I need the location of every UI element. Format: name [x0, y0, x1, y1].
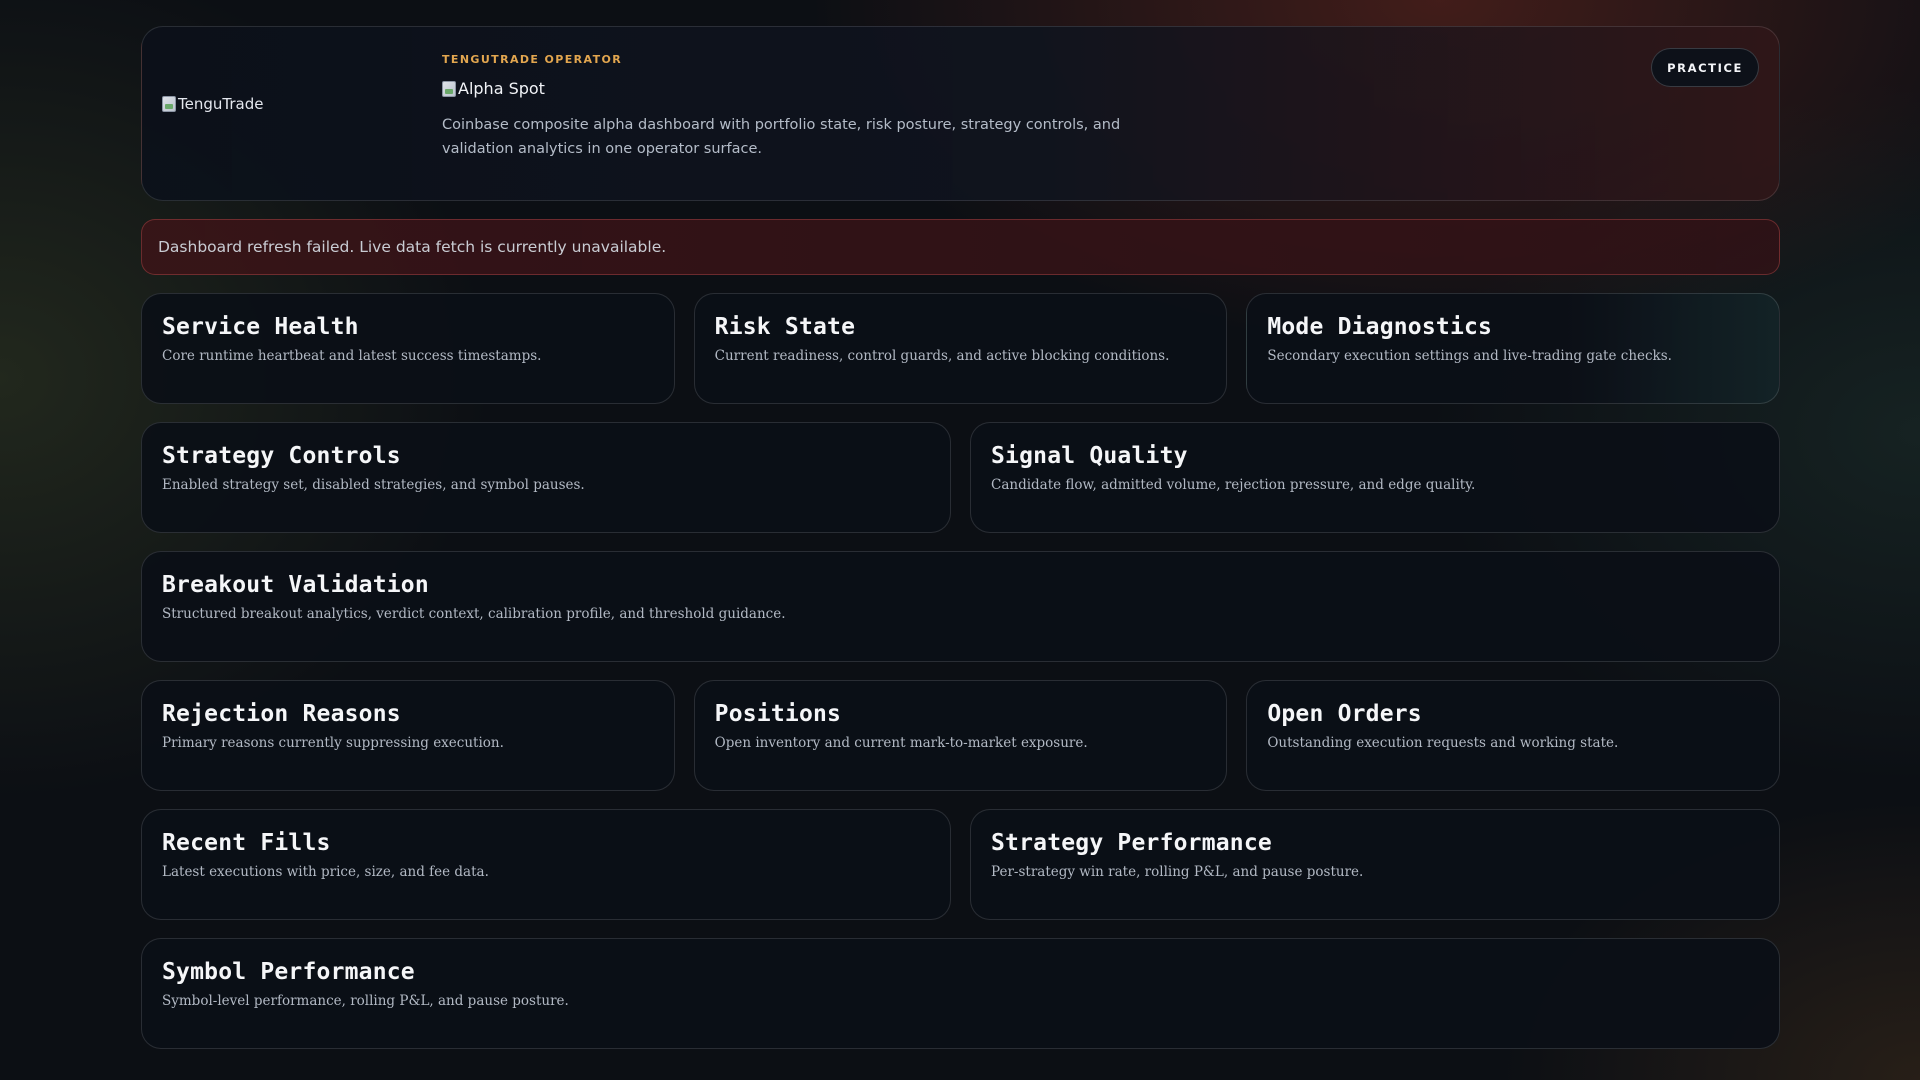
panel-title: Mode Diagnostics: [1267, 314, 1493, 340]
panel-subtitle: Enabled strategy set, disabled strategie…: [162, 477, 585, 493]
panel-signal-quality: Signal Quality Candidate flow, admitted …: [970, 422, 1780, 533]
panel-row: Recent Fills Latest executions with pric…: [141, 809, 1780, 920]
panel-subtitle: Open inventory and current mark-to-marke…: [714, 735, 1088, 751]
panel-recent-fills: Recent Fills Latest executions with pric…: [141, 809, 951, 920]
dashboard: TenguTrade TENGUTRADE OPERATOR Alpha Spo…: [141, 26, 1780, 1049]
panel-subtitle: Current readiness, control guards, and a…: [714, 348, 1170, 364]
panel-title: Strategy Performance: [991, 830, 1272, 856]
panel-strategy-controls: Strategy Controls Enabled strategy set, …: [141, 422, 951, 533]
panel-row: Strategy Controls Enabled strategy set, …: [141, 422, 1780, 533]
panel-subtitle: Secondary execution settings and live-tr…: [1267, 348, 1672, 364]
panel-subtitle: Symbol-level performance, rolling P&L, a…: [162, 993, 569, 1009]
panel-subtitle: Candidate flow, admitted volume, rejecti…: [991, 477, 1476, 493]
logo-alt-text: TenguTrade: [178, 95, 264, 113]
panel-mode-diagnostics: Mode Diagnostics Secondary execution set…: [1246, 293, 1780, 404]
panel-positions: Positions Open inventory and current mar…: [693, 680, 1228, 791]
panel-row: Breakout Validation Structured breakout …: [141, 551, 1780, 662]
panel-row: Rejection Reasons Primary reasons curren…: [141, 680, 1780, 791]
panel-risk-state: Risk State Current readiness, control gu…: [693, 293, 1228, 404]
panel-subtitle: Latest executions with price, size, and …: [162, 864, 489, 880]
panel-subtitle: Primary reasons currently suppressing ex…: [162, 735, 504, 751]
panel-title: Symbol Performance: [162, 959, 415, 985]
broken-image-icon: [162, 96, 176, 112]
panel-service-health: Service Health Core runtime heartbeat an…: [141, 293, 675, 404]
panel-title: Breakout Validation: [162, 572, 429, 598]
panel-title: Service Health: [162, 314, 359, 340]
panel-strategy-performance: Strategy Performance Per-strategy win ra…: [970, 809, 1780, 920]
hero-header: TenguTrade TENGUTRADE OPERATOR Alpha Spo…: [141, 26, 1780, 201]
broken-image-icon: [442, 80, 456, 97]
error-alert: Dashboard refresh failed. Live data fetc…: [141, 219, 1780, 275]
panel-title: Signal Quality: [991, 443, 1188, 469]
panel-title: Open Orders: [1267, 701, 1422, 727]
panel-title: Strategy Controls: [162, 443, 401, 469]
panel-title: Recent Fills: [162, 830, 331, 856]
alert-message: Dashboard refresh failed. Live data fetc…: [158, 238, 667, 256]
panel-title: Risk State: [714, 314, 856, 340]
panel-rejection-reasons: Rejection Reasons Primary reasons curren…: [141, 680, 675, 791]
page-description: Coinbase composite alpha dashboard with …: [442, 117, 1121, 157]
panel-title: Rejection Reasons: [162, 701, 401, 727]
brand-logo: TenguTrade: [162, 95, 263, 113]
panel-breakout-validation: Breakout Validation Structured breakout …: [141, 551, 1780, 662]
panel-subtitle: Outstanding execution requests and worki…: [1267, 735, 1619, 751]
panel-subtitle: Per-strategy win rate, rolling P&L, and …: [991, 864, 1364, 880]
panel-row: Symbol Performance Symbol-level performa…: [141, 938, 1780, 1049]
panel-title: Positions: [714, 701, 842, 727]
page-title: Alpha Spot: [442, 79, 545, 98]
panel-row: Service Health Core runtime heartbeat an…: [141, 293, 1780, 404]
panel-symbol-performance: Symbol Performance Symbol-level performa…: [141, 938, 1780, 1049]
panel-open-orders: Open Orders Outstanding execution reques…: [1246, 680, 1780, 791]
title-alt-text: Alpha Spot: [458, 79, 545, 98]
mode-badge[interactable]: PRACTICE: [1651, 48, 1759, 87]
panel-subtitle: Core runtime heartbeat and latest succes…: [162, 348, 542, 364]
panel-subtitle: Structured breakout analytics, verdict c…: [162, 606, 786, 622]
eyebrow-label: TENGUTRADE OPERATOR: [442, 53, 623, 66]
